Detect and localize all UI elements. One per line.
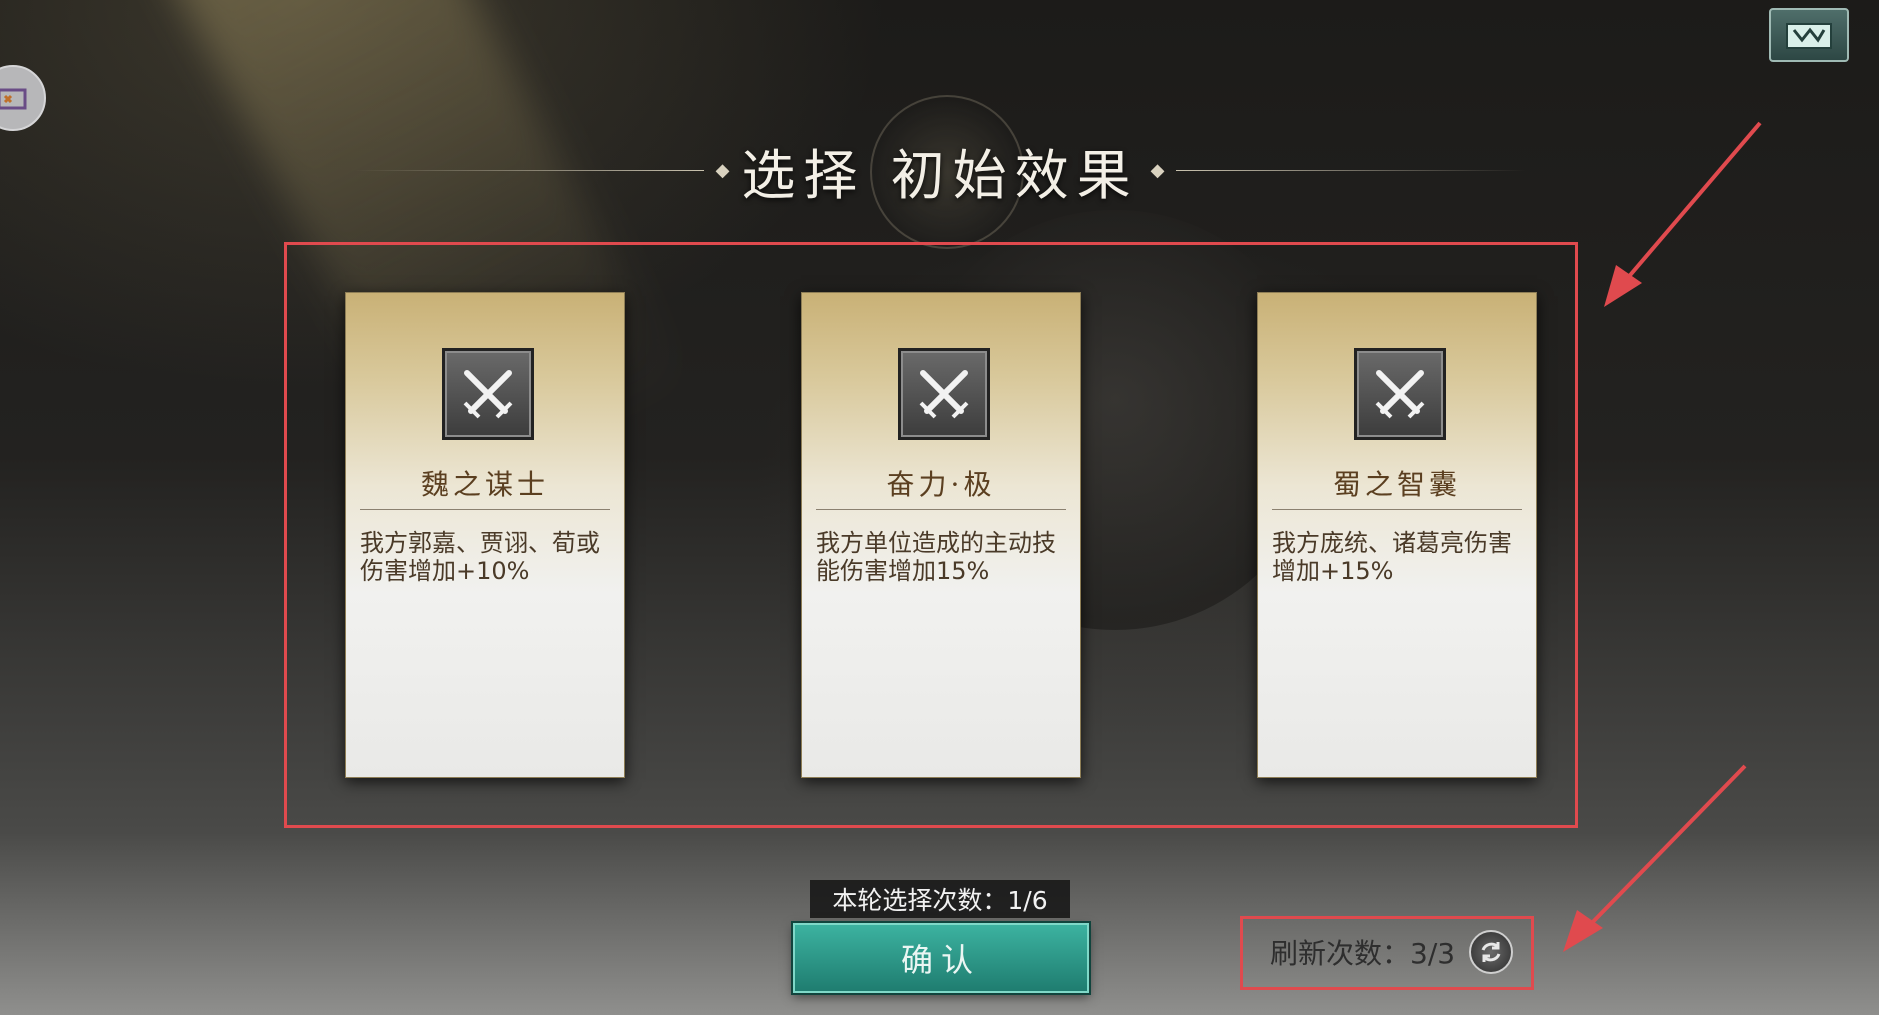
title-ornament-left: ◆ [715,159,730,181]
character-icon [0,88,27,110]
effect-card[interactable]: 奋力·极 我方单位造成的主动技能伤害增加15% [801,292,1081,778]
card-divider [1272,509,1522,510]
scroll-book-icon [1786,23,1832,49]
crossed-swords-icon [442,348,534,440]
card-description: 我方郭嘉、贾诩、荀或伤害增加+10% [360,529,600,585]
title-divider-right [1176,169,1527,171]
annotation-arrow-bottom [1563,764,1747,952]
side-avatar-button[interactable] [0,65,46,131]
card-name: 蜀之智囊 [1332,468,1461,501]
title-divider-left [353,169,704,171]
crossed-swords-icon [898,348,990,440]
refresh-icon[interactable] [1469,930,1514,974]
selection-counter: 本轮选择次数：1/6 [810,880,1070,918]
card-divider [360,509,610,510]
title-ornament-right: ◆ [1150,159,1165,181]
card-name: 奋力·极 [886,468,996,501]
title-bar: ◆ 选择 初始效果 ◆ [330,120,1550,220]
card-description: 我方庞统、诸葛亮伤害增加+15% [1272,529,1512,585]
effect-card[interactable]: 魏之谋士 我方郭嘉、贾诩、荀或伤害增加+10% [345,292,625,778]
card-name: 魏之谋士 [420,468,549,501]
card-divider [816,509,1066,510]
crossed-swords-icon [1354,348,1446,440]
confirm-button[interactable]: 确认 [793,923,1089,993]
annotation-arrow-top [1604,121,1762,307]
effect-card[interactable]: 蜀之智囊 我方庞统、诸葛亮伤害增加+15% [1257,292,1537,778]
refresh-control[interactable]: 刷新次数：3/3 [1270,930,1514,974]
card-description: 我方单位造成的主动技能伤害增加15% [816,529,1056,585]
page-title: 选择 初始效果 [741,143,1139,207]
refresh-count: 刷新次数：3/3 [1270,937,1456,970]
scroll-book-button[interactable] [1769,8,1849,62]
